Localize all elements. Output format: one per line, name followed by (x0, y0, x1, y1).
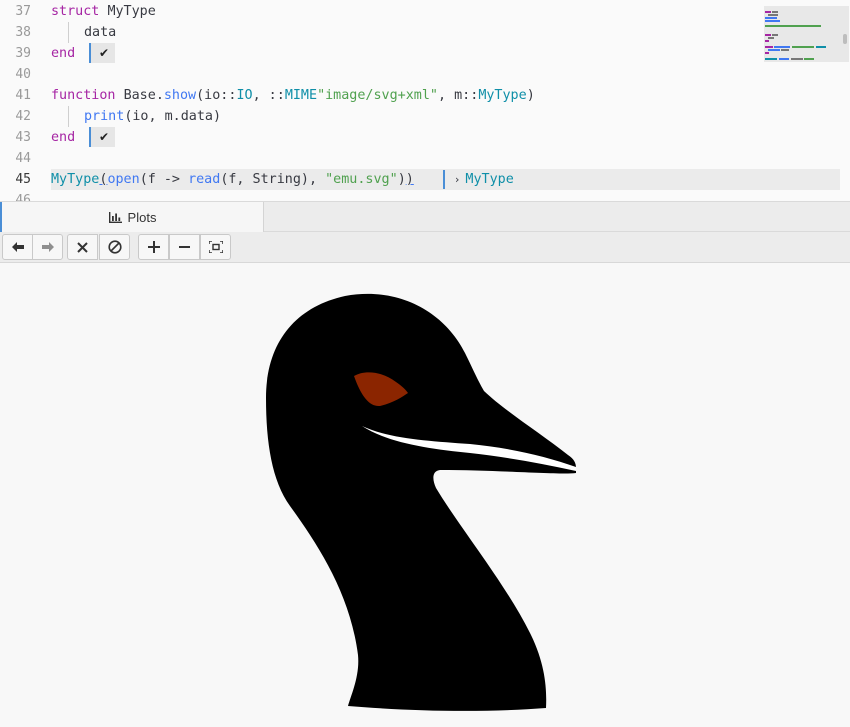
dot: . (155, 88, 164, 103)
inline-result-value: MyType (465, 172, 514, 187)
line-number: 44 (15, 151, 31, 166)
minus-icon (179, 246, 190, 248)
punctuation: , m:: (438, 88, 479, 103)
type-name: MyType (478, 88, 527, 103)
punctuation: (f -> (139, 172, 189, 187)
minimap[interactable] (764, 6, 849, 62)
module-name: Base (123, 88, 156, 103)
line-number: 40 (15, 67, 31, 82)
checkmark-icon: ✔ (99, 46, 110, 60)
forbidden-icon (107, 240, 122, 254)
string-literal: "image/svg+xml" (317, 88, 438, 103)
line-number-current: 45 (15, 172, 31, 187)
plus-icon (147, 241, 160, 253)
type-name: MyType (51, 172, 100, 187)
clear-all-button[interactable] (99, 234, 130, 260)
punctuation: ) (526, 88, 535, 103)
arrow-left-icon (11, 242, 24, 252)
bracket-match: ) (405, 172, 414, 187)
identifier: MyType (107, 4, 156, 19)
function-name: show (163, 88, 197, 103)
keyword: struct (51, 4, 100, 19)
back-button[interactable] (2, 234, 33, 260)
checkmark-icon: ✔ (99, 130, 110, 144)
emu-head-shape (266, 293, 576, 711)
code-line-42[interactable]: print(io, m.data) (84, 106, 221, 127)
code-line-38[interactable]: data (84, 22, 116, 43)
editor-scrollbar[interactable] (843, 34, 847, 44)
function-name: open (107, 172, 140, 187)
line-number: 37 (15, 4, 31, 19)
identifier: data (84, 25, 117, 40)
eval-result-badge[interactable]: ✔ (89, 127, 116, 147)
eval-result-badge[interactable]: ✔ (89, 43, 116, 63)
arguments: (io, m.data) (124, 109, 222, 124)
keyword: end (51, 130, 76, 145)
punctuation: (io:: (196, 88, 237, 103)
code-line-45[interactable]: MyType(open(f -> read(f, String), "emu.s… (51, 169, 414, 190)
zoom-out-button[interactable] (169, 234, 200, 260)
tab-label: Plots (127, 209, 157, 225)
code-line-43[interactable]: end (51, 127, 75, 148)
function-name: read (188, 172, 221, 187)
line-number: 41 (15, 88, 31, 103)
code-editor[interactable]: 37 38 39 40 41 42 43 44 45 46 struct MyT… (0, 0, 850, 201)
code-line-37[interactable]: struct MyType (51, 1, 156, 22)
keyword: end (51, 46, 76, 61)
punctuation: (f, String), (220, 172, 326, 187)
chevron-right-icon[interactable]: › (455, 173, 459, 186)
line-number: 39 (15, 46, 31, 61)
string-literal: "emu.svg" (325, 172, 398, 187)
type-name: MIME (284, 88, 318, 103)
code-line-41[interactable]: function Base.show(io::IO, ::MIME"image/… (51, 85, 535, 106)
line-number: 42 (15, 109, 31, 124)
tab-plots[interactable]: Plots (0, 202, 264, 232)
keyword: function (51, 88, 116, 103)
code-line-39[interactable]: end (51, 43, 75, 64)
line-number: 38 (15, 25, 31, 40)
punctuation: , :: (252, 88, 285, 103)
fit-screen-icon (208, 241, 223, 253)
plot-pane[interactable] (0, 263, 850, 727)
fit-button[interactable] (200, 234, 231, 260)
panel-tab-bar: Plots (0, 201, 850, 232)
line-number: 43 (15, 130, 31, 145)
arrow-right-icon (41, 242, 54, 252)
plot-toolbar (0, 232, 850, 263)
close-plot-button[interactable] (67, 234, 98, 260)
forward-button[interactable] (32, 234, 63, 260)
bar-chart-icon (108, 211, 122, 223)
function-name: print (84, 109, 125, 124)
zoom-in-button[interactable] (138, 234, 169, 260)
inline-result[interactable]: › MyType (443, 170, 514, 189)
type-name: IO (236, 88, 253, 103)
punctuation: ) (397, 172, 406, 187)
line-number-gutter: 37 38 39 40 41 42 43 44 45 46 (0, 0, 42, 201)
emu-head-icon (266, 293, 576, 711)
close-icon (77, 241, 88, 253)
line-number: 46 (15, 193, 31, 201)
